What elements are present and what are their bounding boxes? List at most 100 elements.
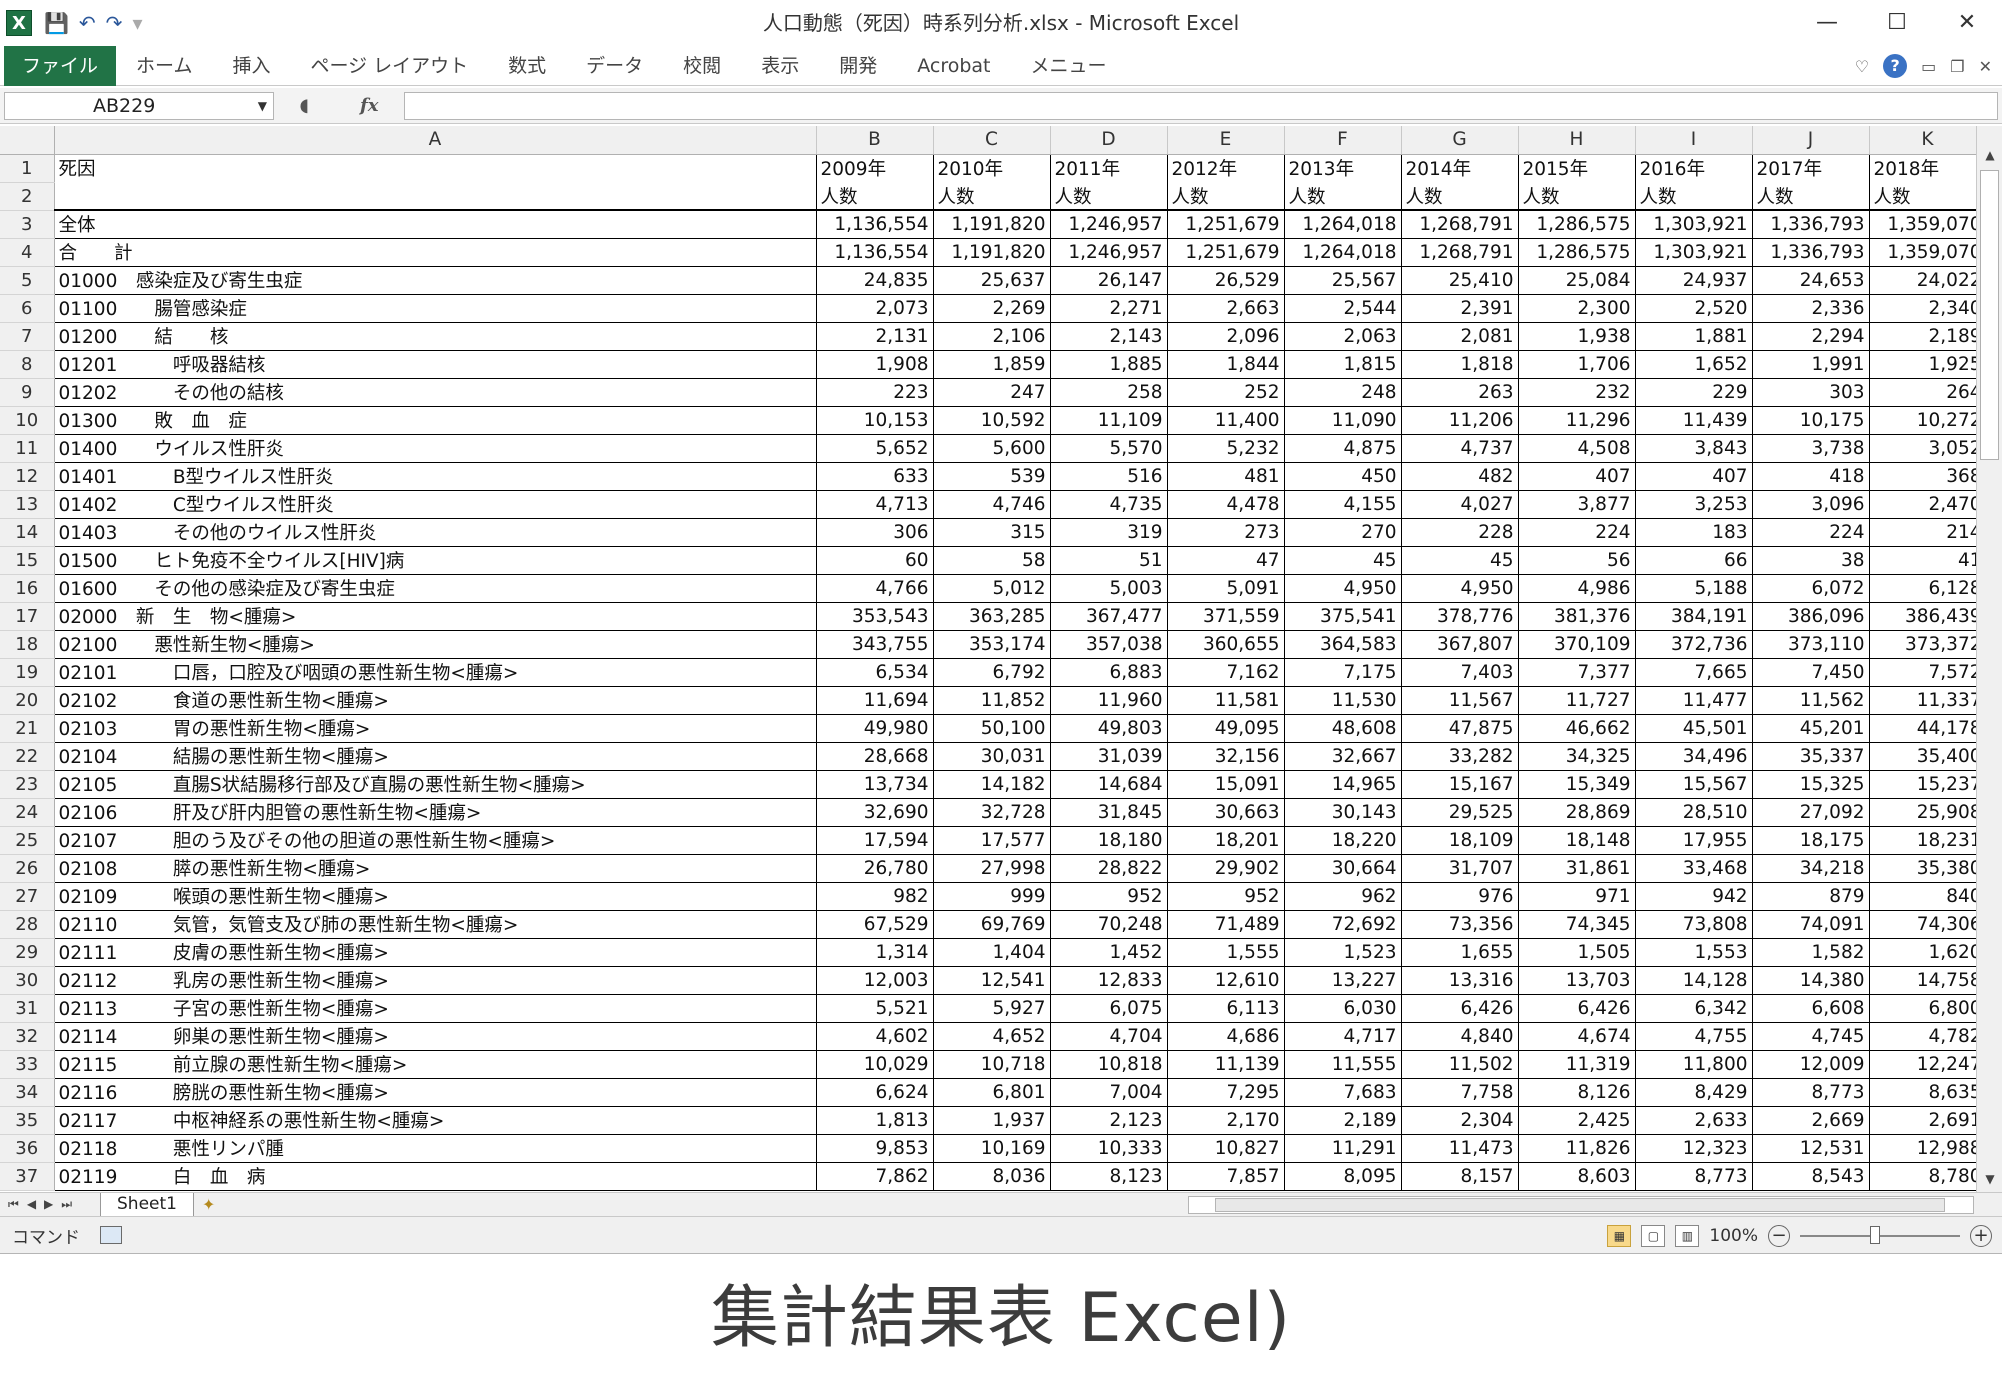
workbook-close-icon[interactable]: ✕ xyxy=(1979,57,1992,76)
value-cell[interactable]: 343,755 xyxy=(816,630,934,659)
value-cell[interactable]: 10,592 xyxy=(933,406,1051,435)
value-cell[interactable]: 303 xyxy=(1752,378,1870,407)
value-cell[interactable]: 1,251,679 xyxy=(1167,238,1285,267)
value-cell[interactable]: 7,175 xyxy=(1284,658,1402,687)
value-cell[interactable]: 74,091 xyxy=(1752,910,1870,939)
value-cell[interactable]: 1,314 xyxy=(816,938,934,967)
value-cell[interactable]: 1,991 xyxy=(1752,350,1870,379)
row-header[interactable]: 11 xyxy=(0,434,55,463)
value-cell[interactable]: 58 xyxy=(933,546,1051,575)
value-cell[interactable]: 69,769 xyxy=(933,910,1051,939)
value-cell[interactable]: 4,717 xyxy=(1284,1022,1402,1051)
value-cell[interactable]: 17,594 xyxy=(816,826,934,855)
row-header[interactable]: 8 xyxy=(0,350,55,379)
value-cell[interactable]: 11,694 xyxy=(816,686,934,715)
next-sheet-icon[interactable]: ▶ xyxy=(44,1197,53,1212)
row-header[interactable]: 15 xyxy=(0,546,55,575)
value-cell[interactable]: 4,745 xyxy=(1752,1022,1870,1051)
value-cell[interactable]: 50,100 xyxy=(933,714,1051,743)
value-cell[interactable]: 5,570 xyxy=(1050,434,1168,463)
cause-cell[interactable]: 02119 白 血 病 xyxy=(54,1162,817,1191)
value-cell[interactable]: 26,529 xyxy=(1167,266,1285,295)
value-cell[interactable]: 367,807 xyxy=(1401,630,1519,659)
value-cell[interactable]: 4,027 xyxy=(1401,490,1519,519)
value-cell[interactable]: 4,875 xyxy=(1284,434,1402,463)
value-cell[interactable]: 13,227 xyxy=(1284,966,1402,995)
value-cell[interactable]: 25,567 xyxy=(1284,266,1402,295)
value-cell[interactable]: 1,885 xyxy=(1050,350,1168,379)
value-cell[interactable]: 35,380 xyxy=(1869,854,1987,883)
cause-cell[interactable]: 02110 気管，気管支及び肺の悪性新生物<腫瘍> xyxy=(54,910,817,939)
value-cell[interactable]: 315 xyxy=(933,518,1051,547)
value-cell[interactable]: 人数 xyxy=(1167,182,1285,211)
value-cell[interactable]: 1,582 xyxy=(1752,938,1870,967)
value-cell[interactable]: 4,746 xyxy=(933,490,1051,519)
value-cell[interactable]: 4,478 xyxy=(1167,490,1285,519)
value-cell[interactable]: 12,988 xyxy=(1869,1134,1987,1163)
value-cell[interactable]: 1,359,070 xyxy=(1869,238,1987,267)
value-cell[interactable]: 2,143 xyxy=(1050,322,1168,351)
value-cell[interactable]: 2010年 xyxy=(933,154,1051,182)
value-cell[interactable]: 1,818 xyxy=(1401,350,1519,379)
value-cell[interactable]: 8,780 xyxy=(1869,1162,1987,1191)
value-cell[interactable]: 539 xyxy=(933,462,1051,491)
scroll-up-icon[interactable]: ▲ xyxy=(1977,142,2002,168)
ribbon-collapse-icon[interactable]: ♡ xyxy=(1855,57,1869,76)
value-cell[interactable]: 56 xyxy=(1518,546,1636,575)
row-header[interactable]: 9 xyxy=(0,378,55,407)
value-cell[interactable]: 3,096 xyxy=(1752,490,1870,519)
tab-developer[interactable]: 開発 xyxy=(819,46,897,86)
row-header[interactable]: 24 xyxy=(0,798,55,827)
value-cell[interactable]: 25,637 xyxy=(933,266,1051,295)
value-cell[interactable]: 46,662 xyxy=(1518,714,1636,743)
value-cell[interactable]: 4,602 xyxy=(816,1022,934,1051)
value-cell[interactable]: 2,081 xyxy=(1401,322,1519,351)
row-header[interactable]: 21 xyxy=(0,714,55,743)
value-cell[interactable]: 14,758 xyxy=(1869,966,1987,995)
value-cell[interactable]: 942 xyxy=(1635,882,1753,911)
value-cell[interactable]: 7,377 xyxy=(1518,658,1636,687)
value-cell[interactable]: 11,852 xyxy=(933,686,1051,715)
value-cell[interactable]: 1,505 xyxy=(1518,938,1636,967)
value-cell[interactable]: 8,429 xyxy=(1635,1078,1753,1107)
value-cell[interactable]: 9,853 xyxy=(816,1134,934,1163)
cause-cell[interactable]: 02114 卵巣の悪性新生物<腫瘍> xyxy=(54,1022,817,1051)
value-cell[interactable]: 5,012 xyxy=(933,574,1051,603)
column-header-c[interactable]: C xyxy=(933,126,1051,155)
value-cell[interactable]: 8,126 xyxy=(1518,1078,1636,1107)
value-cell[interactable]: 28,869 xyxy=(1518,798,1636,827)
value-cell[interactable]: 7,758 xyxy=(1401,1078,1519,1107)
value-cell[interactable]: 18,109 xyxy=(1401,826,1519,855)
value-cell[interactable]: 32,156 xyxy=(1167,742,1285,771)
value-cell[interactable]: 31,861 xyxy=(1518,854,1636,883)
value-cell[interactable]: 10,818 xyxy=(1050,1050,1168,1079)
cause-cell[interactable]: 02000 新 生 物<腫瘍> xyxy=(54,602,817,631)
value-cell[interactable]: 1,191,820 xyxy=(933,238,1051,267)
cause-cell[interactable]: 02104 結腸の悪性新生物<腫瘍> xyxy=(54,742,817,771)
cause-cell[interactable]: 02113 子宮の悪性新生物<腫瘍> xyxy=(54,994,817,1023)
value-cell[interactable]: 633 xyxy=(816,462,934,491)
value-cell[interactable]: 2,294 xyxy=(1752,322,1870,351)
tab-data[interactable]: データ xyxy=(566,46,663,86)
value-cell[interactable]: 1,815 xyxy=(1284,350,1402,379)
cause-cell[interactable]: 01400 ウイルス性肝炎 xyxy=(54,434,817,463)
value-cell[interactable]: 11,562 xyxy=(1752,686,1870,715)
value-cell[interactable]: 48,608 xyxy=(1284,714,1402,743)
value-cell[interactable]: 17,955 xyxy=(1635,826,1753,855)
value-cell[interactable]: 28,510 xyxy=(1635,798,1753,827)
vertical-scrollbar[interactable]: ▲ ▼ xyxy=(1976,126,2002,1192)
value-cell[interactable]: 1,881 xyxy=(1635,322,1753,351)
value-cell[interactable]: 2,269 xyxy=(933,294,1051,323)
value-cell[interactable]: 15,349 xyxy=(1518,770,1636,799)
value-cell[interactable]: 7,572 xyxy=(1869,658,1987,687)
value-cell[interactable]: 2012年 xyxy=(1167,154,1285,182)
value-cell[interactable]: 363,285 xyxy=(933,602,1051,631)
value-cell[interactable]: 2,470 xyxy=(1869,490,1987,519)
value-cell[interactable]: 34,218 xyxy=(1752,854,1870,883)
value-cell[interactable]: 6,801 xyxy=(933,1078,1051,1107)
value-cell[interactable]: 41 xyxy=(1869,546,1987,575)
value-cell[interactable]: 10,175 xyxy=(1752,406,1870,435)
value-cell[interactable]: 7,857 xyxy=(1167,1162,1285,1191)
value-cell[interactable]: 4,704 xyxy=(1050,1022,1168,1051)
cause-cell[interactable]: 02115 前立腺の悪性新生物<腫瘍> xyxy=(54,1050,817,1079)
